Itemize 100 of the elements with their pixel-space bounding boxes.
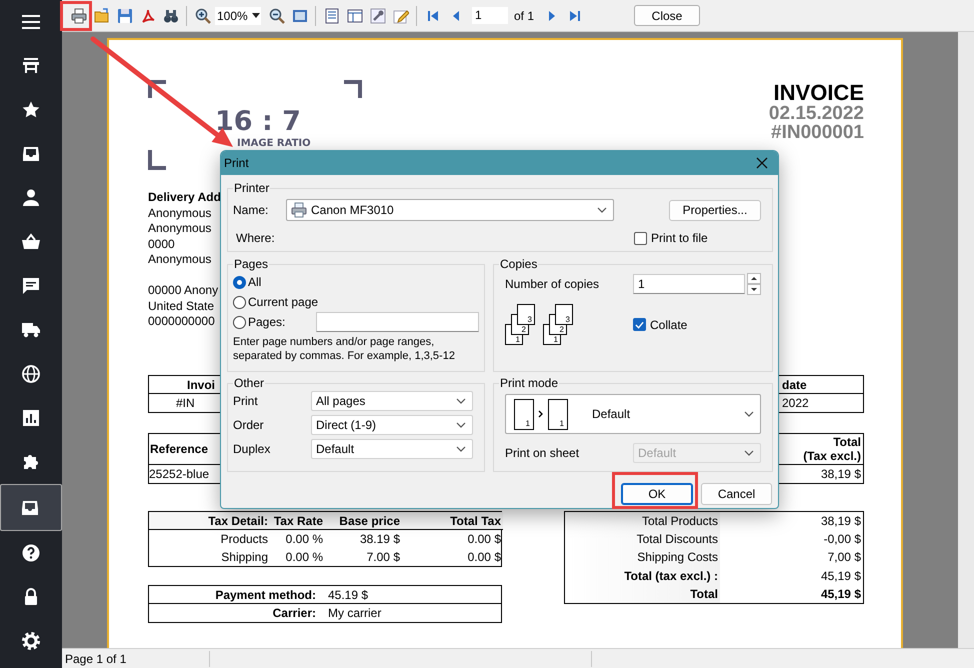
- close-button[interactable]: Close: [634, 5, 700, 26]
- table-cell-text: #IN: [175, 394, 196, 412]
- checkbox-label[interactable]: Print to file: [651, 231, 708, 245]
- basket-icon: [21, 232, 41, 252]
- radio-button[interactable]: [233, 316, 246, 328]
- sidebar-item[interactable]: [0, 484, 62, 531]
- column-header: Tax Rate: [270, 512, 325, 530]
- option-select[interactable]: Direct (1-9): [311, 415, 473, 435]
- table-cell-text: 7.00 $: [366, 548, 401, 566]
- field-label: Print on sheet: [505, 446, 580, 460]
- address-line: Anonymous: [148, 252, 212, 268]
- pdf-icon[interactable]: [140, 8, 156, 24]
- invoice-title: INVOICE: [774, 82, 864, 104]
- zoom-out-icon[interactable]: [268, 8, 284, 24]
- logo-ratio: 16 : 7: [215, 108, 301, 135]
- layout-icon[interactable]: [346, 8, 362, 24]
- logo-caption: IMAGE RATIO: [237, 139, 311, 149]
- fit-page-icon[interactable]: [292, 8, 308, 24]
- address-line: Anonymous: [148, 221, 212, 236]
- binoculars-icon[interactable]: [162, 8, 178, 24]
- chevron-icon: [597, 207, 607, 213]
- dialog-button[interactable]: Cancel: [701, 483, 772, 505]
- table-cell-text: 45,19 $: [820, 586, 862, 604]
- address-line: Anonymous: [148, 206, 212, 221]
- radio-label[interactable]: Pages:: [248, 315, 286, 329]
- table-cell-text: 25252-blue: [149, 466, 210, 482]
- table-cell-text: -0,00 $: [822, 530, 862, 548]
- address-line: United State: [148, 298, 214, 314]
- print-icon[interactable]: [70, 8, 86, 24]
- dialog-button[interactable]: OK: [621, 483, 693, 505]
- option-select[interactable]: All pages: [311, 391, 473, 411]
- field-label: Order: [233, 418, 265, 432]
- chevron-icon: [456, 446, 466, 452]
- table-cell-text: Products: [220, 530, 269, 548]
- group-label: Other: [233, 376, 266, 390]
- group-label: Pages: [233, 257, 270, 271]
- print-mode-select[interactable]: 1 1 Default: [505, 394, 761, 434]
- chevron-icon: [456, 398, 466, 404]
- address-line: 0000: [148, 236, 175, 252]
- address-line: 0000000000: [148, 314, 215, 330]
- edit-icon[interactable]: [392, 8, 408, 24]
- highlight-frame: [60, 1, 92, 31]
- corner-bracket-icon: [344, 80, 362, 98]
- inbox-icon: [21, 144, 41, 164]
- option-select[interactable]: Default: [311, 439, 473, 459]
- help-icon: [21, 543, 41, 563]
- chevron-icon: [744, 411, 754, 417]
- table-cell-text: 2022: [781, 394, 810, 412]
- chevron-icon: [744, 450, 754, 456]
- printer-select[interactable]: Canon MF3010: [286, 199, 614, 221]
- printer-icon: [291, 202, 307, 218]
- field-label: Duplex: [233, 442, 272, 456]
- table-cell-text: 0.00 %: [284, 530, 324, 548]
- field-label: Where:: [236, 231, 275, 245]
- hint-text: Enter page numbers and/or page ranges, separated by commas. For example, 1,3,5-12: [233, 335, 456, 363]
- radio-label[interactable]: All: [248, 275, 262, 289]
- table-cell-text: 7,00 $: [826, 549, 862, 566]
- scrollbar[interactable]: [958, 32, 974, 648]
- properties-button[interactable]: Properties...: [669, 200, 761, 220]
- table-cell-text: My carrier: [327, 604, 382, 622]
- table-cell-text: 38.19 $: [358, 530, 401, 548]
- table-cell-text: 0.00 %: [284, 548, 324, 566]
- column-header: Base price: [325, 512, 402, 530]
- copies-field[interactable]: 1: [633, 274, 745, 294]
- radio-label[interactable]: Current page: [248, 295, 318, 309]
- radio-button[interactable]: [233, 296, 246, 308]
- group-label: Printer: [233, 181, 270, 195]
- corner-bracket-icon: [148, 80, 166, 98]
- spinner-icon[interactable]: [747, 273, 761, 295]
- row-label: Payment method:: [149, 586, 322, 604]
- table-cell: 45.19 $: [322, 586, 501, 604]
- dropdown-arrow-icon: [252, 13, 260, 18]
- dialog-title: Print: [224, 156, 249, 170]
- checkbox-label[interactable]: Collate: [650, 318, 688, 332]
- page-number-field[interactable]: 1: [472, 7, 508, 24]
- settings-icon: [21, 631, 41, 651]
- table-cell-text: Shipping: [220, 548, 269, 566]
- collate-drawing: 1 2 3 1 2 3: [505, 304, 581, 345]
- invoice-number: #IN000001: [771, 123, 864, 142]
- group-label: Print mode: [499, 376, 560, 390]
- document-icon[interactable]: [324, 8, 340, 24]
- table-cell-text: 38,19 $: [820, 466, 862, 482]
- field-label: Number of copies: [505, 277, 600, 291]
- person-icon: [21, 188, 41, 208]
- chevron-icon: [456, 422, 466, 428]
- save-icon[interactable]: [116, 8, 132, 24]
- address-line: 00000 Anony: [148, 283, 218, 298]
- globe-icon: [21, 364, 41, 384]
- page-range-field[interactable]: [316, 312, 479, 332]
- close-icon[interactable]: [756, 157, 768, 169]
- zoom-select[interactable]: 100%: [215, 6, 261, 24]
- menu-icon[interactable]: [21, 12, 41, 32]
- checkbox[interactable]: [633, 318, 646, 331]
- folder-icon[interactable]: [94, 8, 110, 24]
- zoom-in-icon[interactable]: [194, 8, 210, 24]
- radio-button[interactable]: [233, 276, 246, 288]
- bar-chart-icon: [21, 408, 41, 428]
- page-layout-drawing: 1 1: [514, 398, 578, 430]
- checkbox[interactable]: [634, 232, 647, 244]
- address-heading: Delivery Add: [148, 190, 221, 206]
